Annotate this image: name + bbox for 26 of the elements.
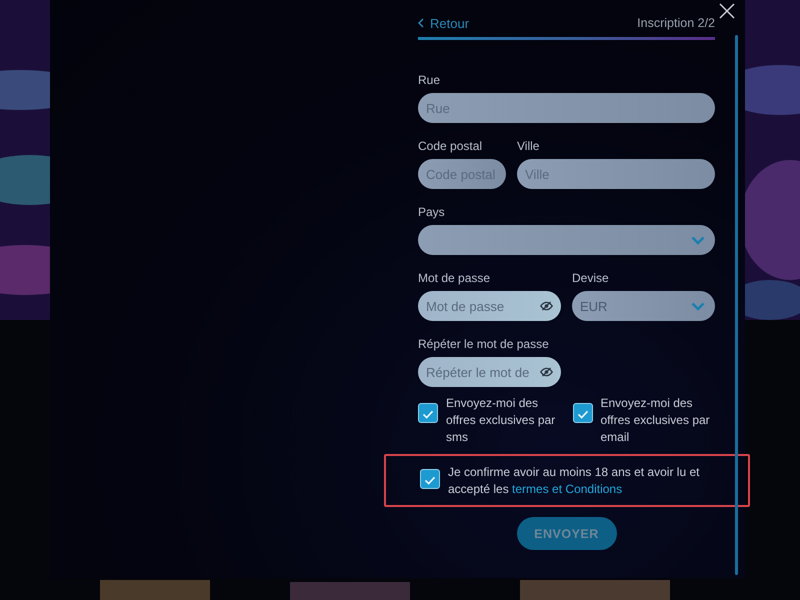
chevron-down-icon: [691, 302, 705, 310]
checkbox[interactable]: [418, 403, 438, 423]
field-label: Devise: [572, 271, 610, 286]
field-label: Ville: [517, 139, 540, 154]
field-label: Répéter le mot de passe: [418, 337, 550, 352]
scrollbar[interactable]: [735, 35, 738, 575]
eye-slash-icon[interactable]: [540, 367, 553, 377]
field-label: Mot de passe: [418, 271, 492, 286]
back-button[interactable]: Retour: [418, 16, 470, 30]
field-label: Pays: [418, 205, 446, 220]
chevron-down-icon: [691, 236, 705, 244]
chevron-left-icon: [418, 18, 424, 28]
close-icon[interactable]: [719, 3, 735, 19]
password-field[interactable]: Répéter le mot de: [418, 357, 561, 387]
select-field[interactable]: [418, 225, 715, 255]
password-field[interactable]: Mot de passe: [418, 291, 561, 321]
checkbox-label: Envoyez-moi des offres exclusives par email: [600, 395, 711, 446]
checkbox[interactable]: [572, 403, 592, 423]
checkbox[interactable]: [420, 469, 440, 489]
field-label: Code postal: [418, 139, 484, 154]
eye-slash-icon[interactable]: [540, 301, 553, 311]
checkbox-label: Envoyez-moi des offres exclusives par sms: [446, 395, 556, 446]
consent-text: Je confirme avoir au moins 18 ans et avoir lu et accepté les termes et Conditions: [448, 464, 700, 498]
terms-link[interactable]: termes et Conditions: [512, 482, 622, 496]
field-label: Rue: [418, 73, 442, 88]
step-indicator: Inscription 2/2: [637, 16, 715, 30]
